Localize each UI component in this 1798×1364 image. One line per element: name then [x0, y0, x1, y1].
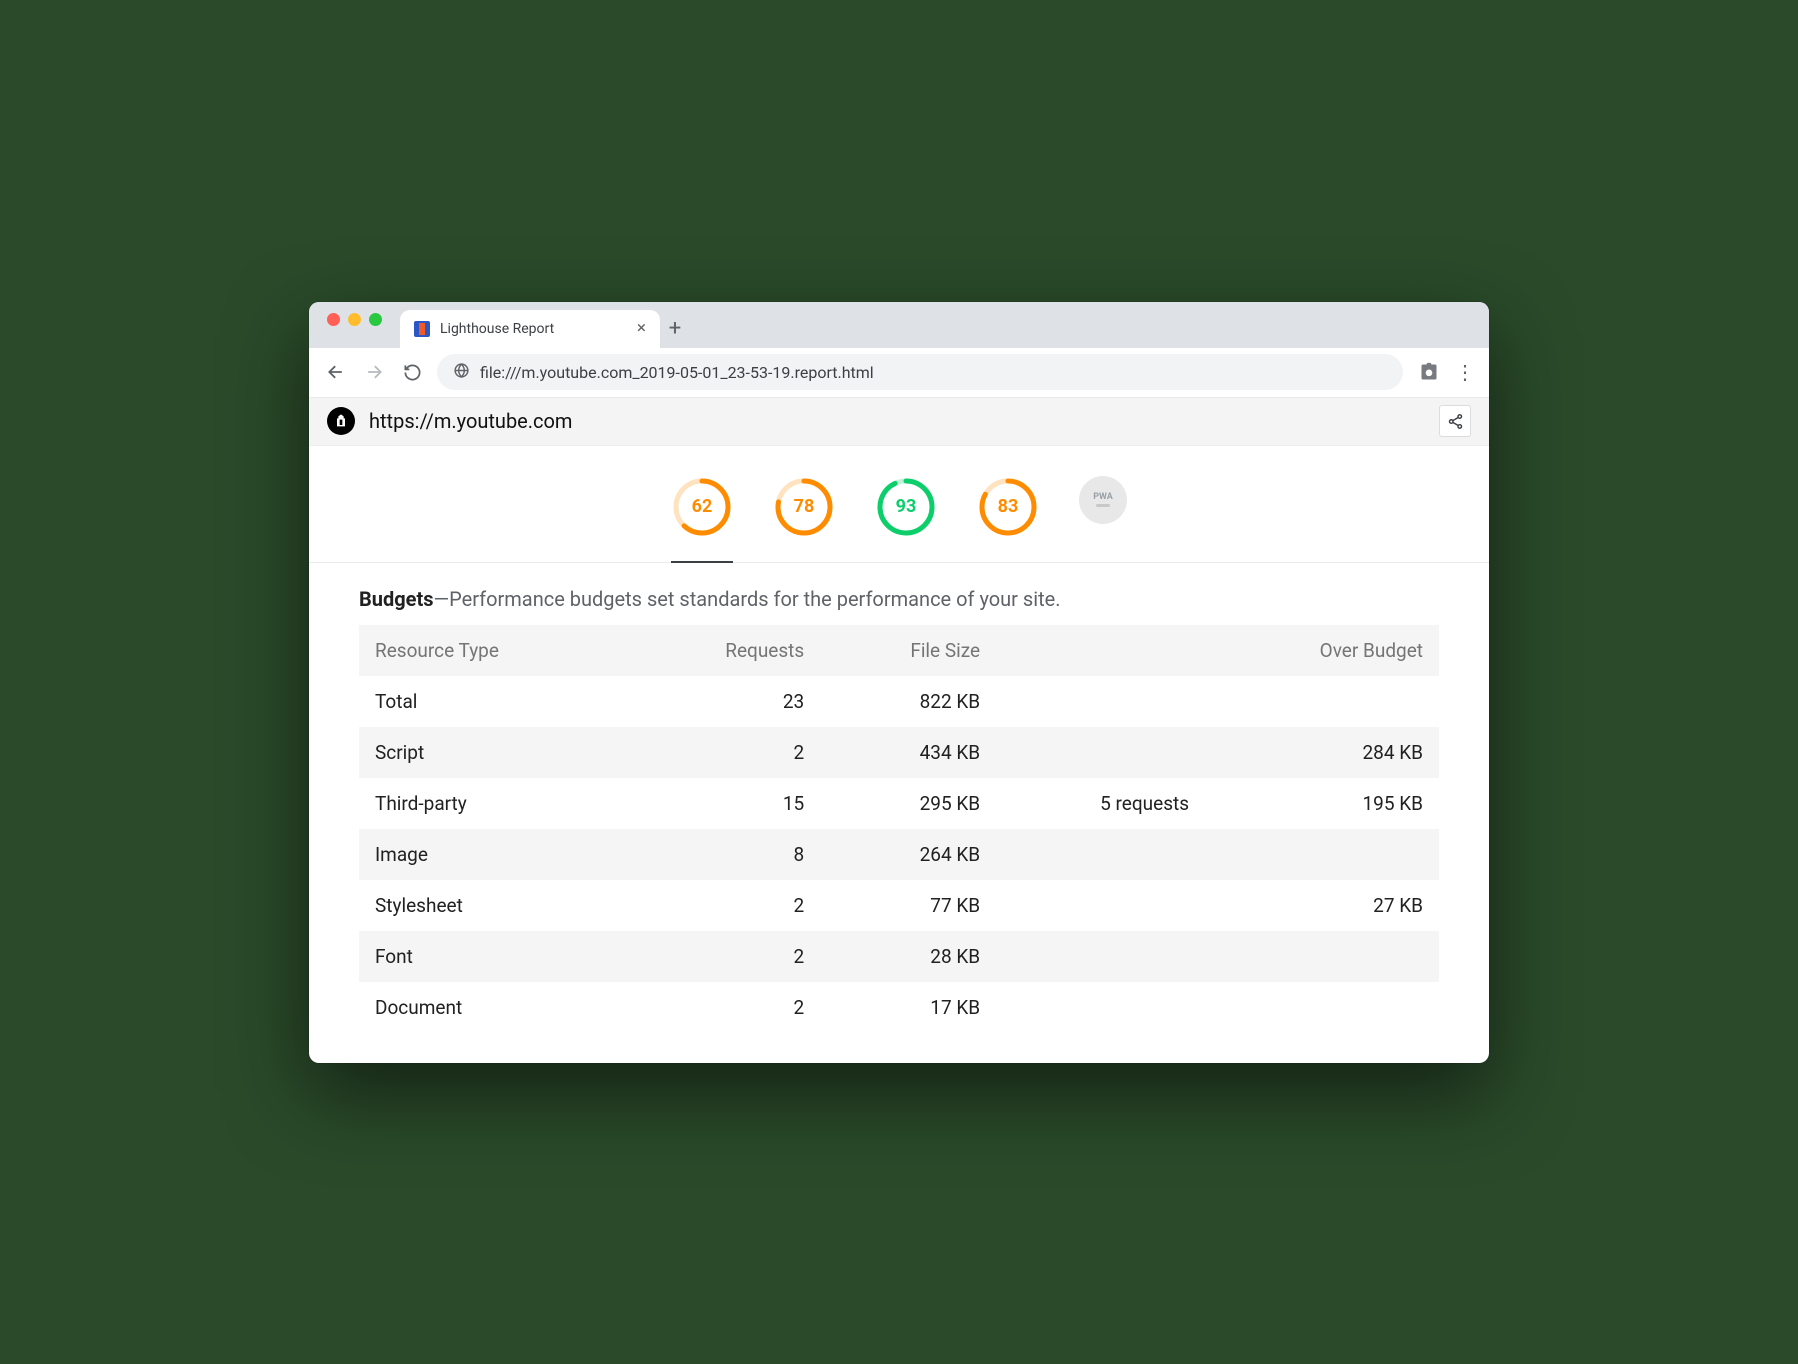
back-button[interactable] [323, 359, 349, 385]
reload-icon [403, 363, 422, 382]
cell-requests: 15 [628, 778, 820, 829]
budgets-table: Resource Type Requests File Size Over Bu… [359, 625, 1439, 1033]
cell-size: 822 KB [820, 676, 996, 727]
globe-icon [453, 362, 470, 383]
lighthouse-header: https://m.youtube.com [309, 398, 1489, 446]
cell-size: 28 KB [820, 931, 996, 982]
cell-resource: Script [359, 727, 628, 778]
cell-size: 434 KB [820, 727, 996, 778]
table-row: Stylesheet277 KB 27 KB [359, 880, 1439, 931]
cell-size: 77 KB [820, 880, 996, 931]
table-row: Font228 KB [359, 931, 1439, 982]
lighthouse-favicon-icon [414, 321, 430, 337]
close-tab-icon[interactable]: × [637, 320, 646, 337]
cell-resource: Document [359, 982, 628, 1033]
cell-over-size: 27 KB [1205, 880, 1439, 931]
cell-over-requests [996, 982, 1205, 1033]
cell-resource: Font [359, 931, 628, 982]
window-maximize-button[interactable] [369, 313, 382, 326]
address-bar-url: file:///m.youtube.com_2019-05-01_23-53-1… [480, 363, 874, 382]
col-requests: Requests [628, 625, 820, 676]
cell-size: 264 KB [820, 829, 996, 880]
cell-over-requests [996, 829, 1205, 880]
col-over-budget: Over Budget [1205, 625, 1439, 676]
browser-toolbar: file:///m.youtube.com_2019-05-01_23-53-1… [309, 348, 1489, 398]
cell-requests: 23 [628, 676, 820, 727]
cell-requests: 2 [628, 931, 820, 982]
cell-requests: 2 [628, 982, 820, 1033]
reload-button[interactable] [399, 359, 425, 385]
cell-over-size: 284 KB [1205, 727, 1439, 778]
cell-over-size [1205, 931, 1439, 982]
score-gauge[interactable]: 83 [977, 476, 1039, 538]
cell-requests: 2 [628, 880, 820, 931]
cell-over-size [1205, 829, 1439, 880]
lighthouse-logo-icon [327, 407, 355, 435]
tab-title: Lighthouse Report [440, 321, 627, 337]
gauge-score: 62 [671, 476, 733, 538]
cell-requests: 8 [628, 829, 820, 880]
cell-size: 295 KB [820, 778, 996, 829]
report-url: https://m.youtube.com [369, 409, 572, 433]
gauge-score: 93 [875, 476, 937, 538]
col-resource-type: Resource Type [359, 625, 628, 676]
browser-tab[interactable]: Lighthouse Report × [400, 310, 660, 348]
cell-resource: Stylesheet [359, 880, 628, 931]
cell-over-requests [996, 931, 1205, 982]
score-gauges: 62 78 93 83 PWA [309, 446, 1489, 563]
cell-size: 17 KB [820, 982, 996, 1033]
table-row: Script2434 KB 284 KB [359, 727, 1439, 778]
col-file-size: File Size [820, 625, 996, 676]
address-bar[interactable]: file:///m.youtube.com_2019-05-01_23-53-1… [437, 354, 1403, 390]
window-close-button[interactable] [327, 313, 340, 326]
window-minimize-button[interactable] [348, 313, 361, 326]
budgets-heading: Budgets—Performance budgets set standard… [359, 587, 1439, 611]
cell-over-size: 195 KB [1205, 778, 1439, 829]
cell-requests: 2 [628, 727, 820, 778]
arrow-left-icon [326, 362, 346, 382]
score-gauge[interactable]: 78 [773, 476, 835, 538]
pwa-gauge[interactable]: PWA [1079, 476, 1127, 538]
new-tab-button[interactable]: + [660, 310, 690, 348]
pwa-badge-icon: PWA [1079, 476, 1127, 524]
cell-resource: Total [359, 676, 628, 727]
score-gauge[interactable]: 62 [671, 476, 733, 563]
table-row: Total23822 KB [359, 676, 1439, 727]
tab-strip: Lighthouse Report × + [309, 302, 1489, 348]
table-row: Third-party15295 KB5 requests195 KB [359, 778, 1439, 829]
browser-menu-button[interactable]: ⋮ [1455, 360, 1475, 384]
cell-over-requests [996, 727, 1205, 778]
cell-over-requests [996, 676, 1205, 727]
table-row: Image8264 KB [359, 829, 1439, 880]
share-button[interactable] [1439, 405, 1471, 437]
score-gauge[interactable]: 93 [875, 476, 937, 538]
cell-over-size [1205, 982, 1439, 1033]
cell-over-requests [996, 880, 1205, 931]
extension-icon[interactable] [1415, 358, 1443, 386]
cell-resource: Image [359, 829, 628, 880]
budgets-section: Budgets—Performance budgets set standard… [309, 563, 1489, 1063]
forward-button[interactable] [361, 359, 387, 385]
gauge-score: 83 [977, 476, 1039, 538]
cell-over-size [1205, 676, 1439, 727]
cell-over-requests: 5 requests [996, 778, 1205, 829]
table-row: Document217 KB [359, 982, 1439, 1033]
table-header-row: Resource Type Requests File Size Over Bu… [359, 625, 1439, 676]
browser-window: Lighthouse Report × + file:///m.youtube.… [309, 302, 1489, 1063]
window-controls [319, 313, 392, 336]
col-over-budget-requests [996, 625, 1205, 676]
cell-resource: Third-party [359, 778, 628, 829]
arrow-right-icon [364, 362, 384, 382]
gauge-score: 78 [773, 476, 835, 538]
share-icon [1447, 413, 1464, 430]
